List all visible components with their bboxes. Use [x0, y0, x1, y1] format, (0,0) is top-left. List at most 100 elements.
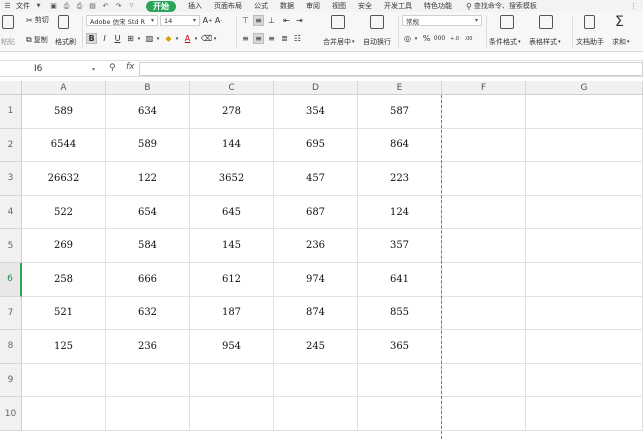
undo-icon[interactable]: ↶ — [101, 2, 110, 11]
tab-page-layout[interactable]: 页面布局 — [208, 0, 248, 12]
column-header-g[interactable]: G — [526, 81, 643, 95]
cell-b2[interactable]: 589 — [106, 128, 190, 163]
cell-f8[interactable] — [442, 330, 526, 364]
decrease-font-icon[interactable]: A- — [213, 15, 224, 26]
cell-a5[interactable]: 269 — [22, 229, 106, 263]
cell-f2[interactable] — [442, 128, 526, 163]
tab-view[interactable]: 视图 — [326, 0, 352, 12]
cell-a8[interactable]: 125 — [22, 330, 106, 364]
decrease-decimal-icon[interactable]: .00 — [463, 33, 474, 44]
zoom-search-icon[interactable]: ⚲ — [109, 63, 116, 73]
cell-c1[interactable]: 278 — [190, 95, 274, 129]
cell-c3[interactable]: 3652 — [190, 162, 274, 196]
cell-e10[interactable] — [358, 397, 442, 431]
cell-f6[interactable] — [442, 263, 526, 297]
font-size-select[interactable]: 14 ▾ — [160, 15, 200, 26]
hamburger-menu-icon[interactable]: ☰ — [3, 2, 12, 11]
cell-g10[interactable] — [526, 397, 643, 431]
name-box[interactable]: I6 ▾ — [0, 62, 100, 76]
cell-e8[interactable]: 365 — [358, 330, 442, 364]
increase-font-icon[interactable]: A + — [202, 15, 213, 26]
italic-button[interactable]: I — [99, 33, 110, 44]
save-icon[interactable]: ▣ — [49, 2, 58, 11]
column-header-c[interactable]: C — [190, 81, 274, 95]
chevron-down-icon[interactable]: ▾ — [193, 33, 199, 44]
align-left-icon[interactable]: ≡ — [240, 33, 251, 44]
clear-format-icon[interactable]: ⌫ — [201, 33, 212, 44]
file-menu[interactable]: 文件 — [14, 0, 32, 12]
cell-b6[interactable]: 666 — [106, 263, 190, 297]
cell-c8[interactable]: 954 — [190, 330, 274, 364]
merge-center-label[interactable]: 合并居中 ▾ — [323, 37, 355, 47]
cell-b8[interactable]: 236 — [106, 330, 190, 364]
copy-button[interactable]: ⧉ 复制 — [26, 35, 48, 45]
cell-g3[interactable] — [526, 162, 643, 196]
row-header-10[interactable]: 10 — [0, 397, 22, 431]
cell-a9[interactable] — [22, 363, 106, 398]
more-icon[interactable]: ⋮ — [630, 2, 637, 10]
cell-b5[interactable]: 584 — [106, 229, 190, 263]
cell-d4[interactable]: 687 — [274, 195, 358, 230]
cell-e2[interactable]: 864 — [358, 128, 442, 163]
align-right-icon[interactable]: ≡ — [266, 33, 277, 44]
cell-g2[interactable] — [526, 128, 643, 163]
cell-f9[interactable] — [442, 363, 526, 398]
fx-label[interactable]: fx — [126, 62, 135, 72]
cell-b1[interactable]: 634 — [106, 95, 190, 129]
cell-e9[interactable] — [358, 363, 442, 398]
cell-d2[interactable]: 695 — [274, 128, 358, 163]
distribute-icon[interactable]: ☷ — [292, 33, 303, 44]
chevron-down-icon[interactable]: ▾ — [413, 33, 419, 44]
row-header-1[interactable]: 1 — [0, 95, 22, 129]
tab-security[interactable]: 安全 — [352, 0, 378, 12]
fill-color-icon[interactable]: ◆ — [163, 33, 174, 44]
cell-d3[interactable]: 457 — [274, 162, 358, 196]
cell-d7[interactable]: 874 — [274, 296, 358, 331]
cell-b3[interactable]: 122 — [106, 162, 190, 196]
row-header-3[interactable]: 3 — [0, 162, 22, 196]
cell-c4[interactable]: 645 — [190, 195, 274, 230]
chevron-down-icon[interactable]: ▾ — [174, 33, 180, 44]
cell-e4[interactable]: 124 — [358, 195, 442, 230]
chevron-down-icon[interactable]: ▾ — [136, 33, 142, 44]
cell-c7[interactable]: 187 — [190, 296, 274, 331]
command-search[interactable]: ⚲ 查找命令、搜索模板 — [466, 1, 537, 11]
tab-data[interactable]: 数据 — [274, 0, 300, 12]
cell-g5[interactable] — [526, 229, 643, 263]
chevron-down-icon[interactable]: ▾ — [155, 33, 161, 44]
cell-g4[interactable] — [526, 195, 643, 230]
currency-icon[interactable]: ◎ — [402, 33, 413, 44]
cell-a2[interactable]: 6544 — [22, 128, 106, 163]
print-icon[interactable]: ⎙ — [75, 2, 84, 11]
cell-b7[interactable]: 632 — [106, 296, 190, 331]
cut-button[interactable]: ✂ 剪切 — [26, 15, 49, 25]
align-middle-icon[interactable]: ≡ — [253, 15, 264, 26]
font-color-icon[interactable]: A — [182, 33, 193, 44]
align-top-icon[interactable]: ⊤ — [240, 15, 251, 26]
column-header-d[interactable]: D — [274, 81, 358, 95]
tab-formulas[interactable]: 公式 — [248, 0, 274, 12]
cell-d10[interactable] — [274, 397, 358, 431]
chevron-down-icon[interactable]: ▼ — [34, 2, 43, 11]
paste-button[interactable] — [2, 15, 14, 29]
cell-g8[interactable] — [526, 330, 643, 364]
cell-d6[interactable]: 974 — [274, 263, 358, 297]
cell-a3[interactable]: 26632 — [22, 162, 106, 196]
font-name-select[interactable]: Adobe 仿宋 Std R ▾ — [86, 15, 158, 26]
tab-insert[interactable]: 插入 — [182, 0, 208, 12]
table-style-label[interactable]: 表格样式 ▾ — [529, 37, 561, 47]
row-header-5[interactable]: 5 — [0, 229, 22, 263]
cell-g7[interactable] — [526, 296, 643, 331]
row-header-9[interactable]: 9 — [0, 363, 22, 398]
merge-center-button[interactable] — [331, 15, 345, 29]
cell-g9[interactable] — [526, 363, 643, 398]
sum-label[interactable]: 求和 ▾ — [612, 37, 630, 47]
cell-a6[interactable]: 258 — [22, 263, 106, 297]
cell-d1[interactable]: 354 — [274, 95, 358, 129]
cell-e7[interactable]: 855 — [358, 296, 442, 331]
cell-e5[interactable]: 357 — [358, 229, 442, 263]
percent-icon[interactable]: % — [421, 33, 432, 44]
row-header-2[interactable]: 2 — [0, 128, 22, 163]
select-all-corner[interactable] — [0, 81, 22, 95]
cell-a10[interactable] — [22, 397, 106, 431]
